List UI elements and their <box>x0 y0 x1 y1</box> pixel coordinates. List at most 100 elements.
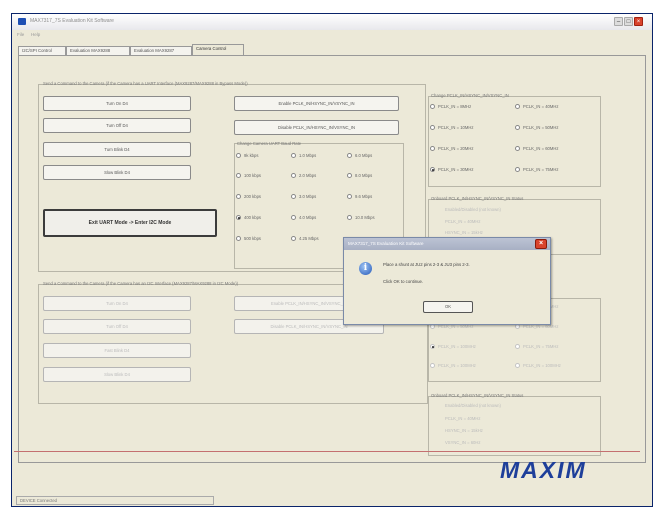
baud-radio-7[interactable]: 3.0 Mbps <box>291 193 316 201</box>
menu-help[interactable]: Help <box>31 32 40 37</box>
baud-radio-8[interactable]: 9.6 Mbps <box>347 193 372 201</box>
baud-radio-10[interactable]: 4.0 Mbps <box>291 214 316 222</box>
i2c-status-line-1: PCLK_IN = 40MHz <box>445 416 481 421</box>
baud-radio-6[interactable]: 200 kbps <box>236 193 261 201</box>
uart-turn-on-d4-button[interactable]: Turn On D4 <box>43 96 191 111</box>
uart-enable-pclk-button[interactable]: Enable PCLK_IN/HSYNC_IN/VSYNC_IN <box>234 96 399 111</box>
status-line-0: Enabled/Disabled (not known) <box>445 207 501 212</box>
pclk-radio-0[interactable]: PCLK_IN = 8MHz <box>430 103 471 111</box>
baud-label-0: 9k kbps <box>244 153 259 158</box>
baud-radio-0[interactable]: 9k kbps <box>236 152 258 160</box>
radio-indicator <box>515 125 520 131</box>
radio-indicator <box>430 167 435 173</box>
menu-file[interactable]: File <box>17 32 24 37</box>
radio-indicator <box>236 236 241 242</box>
baud-radio-12[interactable]: 500 kbps <box>236 235 261 243</box>
i2c-pclk-status-group: Onboard PCLK_IN/HSYNC_IN/VSYNC_IN Status… <box>428 393 601 456</box>
baud-radio-13[interactable]: 4.25 Mbps <box>291 235 319 243</box>
pclk-radio-5[interactable]: PCLK_IN = 60MHz <box>515 145 559 153</box>
i2c-pclk-radio-4[interactable]: PCLK_IN = 100MHz <box>430 343 476 351</box>
pclk-change-caption: Change PCLK_IN/HSYNC_IN/VSYNC_IN <box>431 93 509 98</box>
dialog-close-icon[interactable]: × <box>535 239 547 249</box>
i2c-slow-blink-d4-button[interactable]: Slow Blink D4 <box>43 367 191 382</box>
radio-indicator <box>515 363 520 369</box>
baud-radio-1[interactable]: 1.0 Mbps <box>291 152 316 160</box>
radio-indicator <box>347 153 352 159</box>
radio-indicator <box>291 194 296 200</box>
radio-indicator <box>430 344 435 350</box>
pclk-radio-2[interactable]: PCLK_IN = 10MHz <box>430 124 474 132</box>
pclk-label-5: PCLK_IN = 60MHz <box>523 146 559 151</box>
i2c-pclk-radio-6[interactable]: PCLK_IN = 100MHz <box>430 362 476 370</box>
pclk-label-1: PCLK_IN = 40MHz <box>523 104 559 109</box>
i2c-group-caption: Send a Command to the Camera (if the Cam… <box>43 281 239 286</box>
radio-indicator <box>430 104 435 110</box>
i2c-pclk-radio-7[interactable]: PCLK_IN = 100MHz <box>515 362 561 370</box>
app-icon <box>18 18 26 25</box>
radio-indicator <box>430 146 435 152</box>
i2c-pclk-radio-5[interactable]: PCLK_IN = 75MHz <box>515 343 559 351</box>
tab-evaluation-max9288[interactable]: Evaluation MAX9288 <box>66 46 130 55</box>
pclk-radio-4[interactable]: PCLK_IN = 20MHz <box>430 145 474 153</box>
message-dialog: MAX7317_7S Evaluation Kit Software × i P… <box>343 237 551 325</box>
i2c-fast-blink-d4-button[interactable]: Fast Blink D4 <box>43 343 191 358</box>
pclk-radio-6[interactable]: PCLK_IN = 30MHz <box>430 166 474 174</box>
pclk-status-caption: Onboard PCLK_IN/HSYNC_IN/VSYNC_IN Status <box>431 196 524 201</box>
uart-turn-blink-d4-button[interactable]: Turn Blink D4 <box>43 142 191 157</box>
i2c-status-line-2: HSYNC_IN = 15kHz <box>445 428 483 433</box>
uart-slow-blink-d4-button[interactable]: Slow Blink D4 <box>43 165 191 180</box>
radio-indicator <box>347 215 352 221</box>
title-bar[interactable]: MAX7317_7S Evaluation Kit Software – □ × <box>12 14 652 30</box>
i2c-turn-off-d4-button[interactable]: Turn Off D4 <box>43 319 191 334</box>
radio-indicator <box>430 363 435 369</box>
uart-turn-off-d4-button[interactable]: Turn Off D4 <box>43 118 191 133</box>
radio-indicator <box>236 215 241 221</box>
window-title: MAX7317_7S Evaluation Kit Software <box>30 18 114 24</box>
i2c-status-line-0: Enabled/Disabled (not known) <box>445 403 501 408</box>
baud-radio-5[interactable]: 8.0 Mbps <box>347 172 372 180</box>
i2c-pclk-label-6: PCLK_IN = 100MHz <box>438 363 476 368</box>
radio-indicator <box>236 153 241 159</box>
baud-radio-9[interactable]: 400 kbps <box>236 214 261 222</box>
baud-radio-2[interactable]: 6.0 Mbps <box>347 152 372 160</box>
radio-indicator <box>291 173 296 179</box>
radio-indicator <box>291 236 296 242</box>
baud-label-4: 2.0 Mbps <box>299 173 317 178</box>
radio-indicator <box>291 215 296 221</box>
pclk-change-group: Change PCLK_IN/HSYNC_IN/VSYNC_IN PCLK_IN… <box>428 93 601 187</box>
pclk-radio-1[interactable]: PCLK_IN = 40MHz <box>515 103 559 111</box>
baud-rate-caption: Change Camera UART Baud Rate <box>237 141 302 146</box>
dialog-message-line-2: Click OK to continue. <box>383 279 424 284</box>
pclk-label-6: PCLK_IN = 30MHz <box>438 167 474 172</box>
radio-indicator <box>430 125 435 131</box>
radio-indicator <box>515 324 520 330</box>
maxim-logo: MAXIM <box>500 457 587 483</box>
radio-indicator <box>515 104 520 110</box>
baud-radio-11[interactable]: 10.0 Mbps <box>347 214 375 222</box>
exit-uart-mode-button[interactable]: Exit UART Mode -> Enter I2C Mode <box>43 209 217 237</box>
i2c-pclk-status-caption: Onboard PCLK_IN/HSYNC_IN/VSYNC_IN Status <box>431 393 524 398</box>
status-text: DEVICE Connected <box>16 496 214 505</box>
radio-indicator <box>236 194 241 200</box>
tab-evaluation-max9287[interactable]: Evaluation MAX9287 <box>130 46 192 55</box>
uart-disable-pclk-button[interactable]: Disable PCLK_IN/HSYNC_IN/VSYNC_IN <box>234 120 399 135</box>
baud-radio-4[interactable]: 2.0 Mbps <box>291 172 316 180</box>
tab-i2c-spi-control[interactable]: I2C/SPI Control <box>18 46 66 55</box>
status-bar: DEVICE Connected <box>12 495 652 506</box>
baud-label-13: 4.25 Mbps <box>299 236 319 241</box>
maximize-icon[interactable]: □ <box>624 17 633 26</box>
baud-radio-3[interactable]: 100 kbps <box>236 172 261 180</box>
radio-indicator <box>430 324 435 330</box>
status-line-1: PCLK_IN = 40MHz <box>445 219 481 224</box>
radio-indicator <box>515 344 520 350</box>
i2c-turn-on-d4-button[interactable]: Turn On D4 <box>43 296 191 311</box>
dialog-ok-button[interactable]: OK <box>423 301 473 313</box>
pclk-label-7: PCLK_IN = 75MHz <box>523 167 559 172</box>
close-icon[interactable]: × <box>634 17 643 26</box>
i2c-pclk-label-4: PCLK_IN = 100MHz <box>438 344 476 349</box>
pclk-radio-3[interactable]: PCLK_IN = 50MHz <box>515 124 559 132</box>
pclk-radio-7[interactable]: PCLK_IN = 75MHz <box>515 166 559 174</box>
minimize-icon[interactable]: – <box>614 17 623 26</box>
pclk-label-2: PCLK_IN = 10MHz <box>438 125 474 130</box>
dialog-title[interactable]: MAX7317_7S Evaluation Kit Software <box>344 238 550 250</box>
